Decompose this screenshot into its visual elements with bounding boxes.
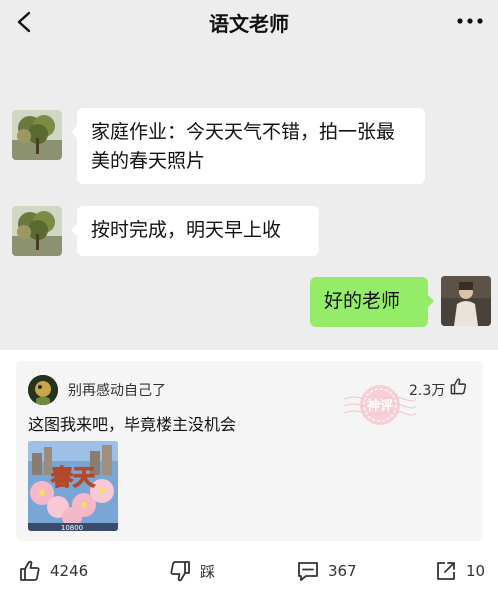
comment-icon	[298, 562, 318, 581]
comment-count: 367	[328, 562, 357, 580]
share-count: 10	[466, 562, 486, 580]
like-button[interactable]: 4246	[18, 559, 88, 583]
teacher-avatar[interactable]	[12, 110, 62, 160]
thumb-down-icon	[170, 561, 190, 582]
dislike-button[interactable]: 踩	[168, 559, 215, 583]
stamp-text: 神评	[367, 398, 393, 414]
commenter-avatar[interactable]	[28, 375, 58, 405]
message-bubble: 按时完成，明天早上收	[71, 206, 319, 256]
share-button[interactable]: 10	[434, 559, 485, 583]
hot-comment-card: 别再感动自己了 神评 2.3万 这图我来吧，毕竟楼主没机会 春天 10800	[16, 361, 483, 541]
comment-button[interactable]: 367	[296, 559, 357, 583]
comment-like-count: 2.3万	[409, 383, 446, 399]
image-score-text: 10800	[61, 524, 83, 531]
top-comment-stamp-icon: 神评	[344, 385, 416, 425]
image-big-text: 春天	[51, 466, 96, 491]
comment-text: 这图我来吧，毕竟楼主没机会	[28, 415, 237, 434]
my-avatar[interactable]	[441, 276, 491, 326]
action-bar: 4246 踩 367 10	[0, 551, 498, 591]
share-icon	[437, 562, 455, 580]
message-bubble: 家庭作业：今天天气不错，拍一张最美的春天照片	[71, 108, 425, 184]
message-text: 按时完成，明天早上收	[91, 219, 282, 241]
thumb-up-icon	[20, 560, 40, 581]
chat-header: 语文老师	[0, 0, 498, 44]
chat-screen: 语文老师 家庭作业：今天天气不错，拍一张最美的春天照片 按时完成，明天早上收 好…	[0, 0, 498, 350]
message-text: 家庭作业：今天天气不错，拍一张最美的春天照片	[91, 121, 396, 172]
my-message-bubble: 好的老师	[310, 277, 434, 327]
chat-title: 语文老师	[209, 12, 289, 36]
comment-image[interactable]: 春天 10800	[28, 441, 118, 531]
more-icon[interactable]	[456, 16, 484, 26]
message-text: 好的老师	[324, 290, 401, 312]
teacher-avatar[interactable]	[12, 206, 62, 256]
commenter-name[interactable]: 别再感动自己了	[68, 380, 166, 400]
thumb-up-icon[interactable]	[449, 377, 468, 396]
like-count: 4246	[50, 562, 89, 580]
dislike-label: 踩	[200, 562, 216, 581]
